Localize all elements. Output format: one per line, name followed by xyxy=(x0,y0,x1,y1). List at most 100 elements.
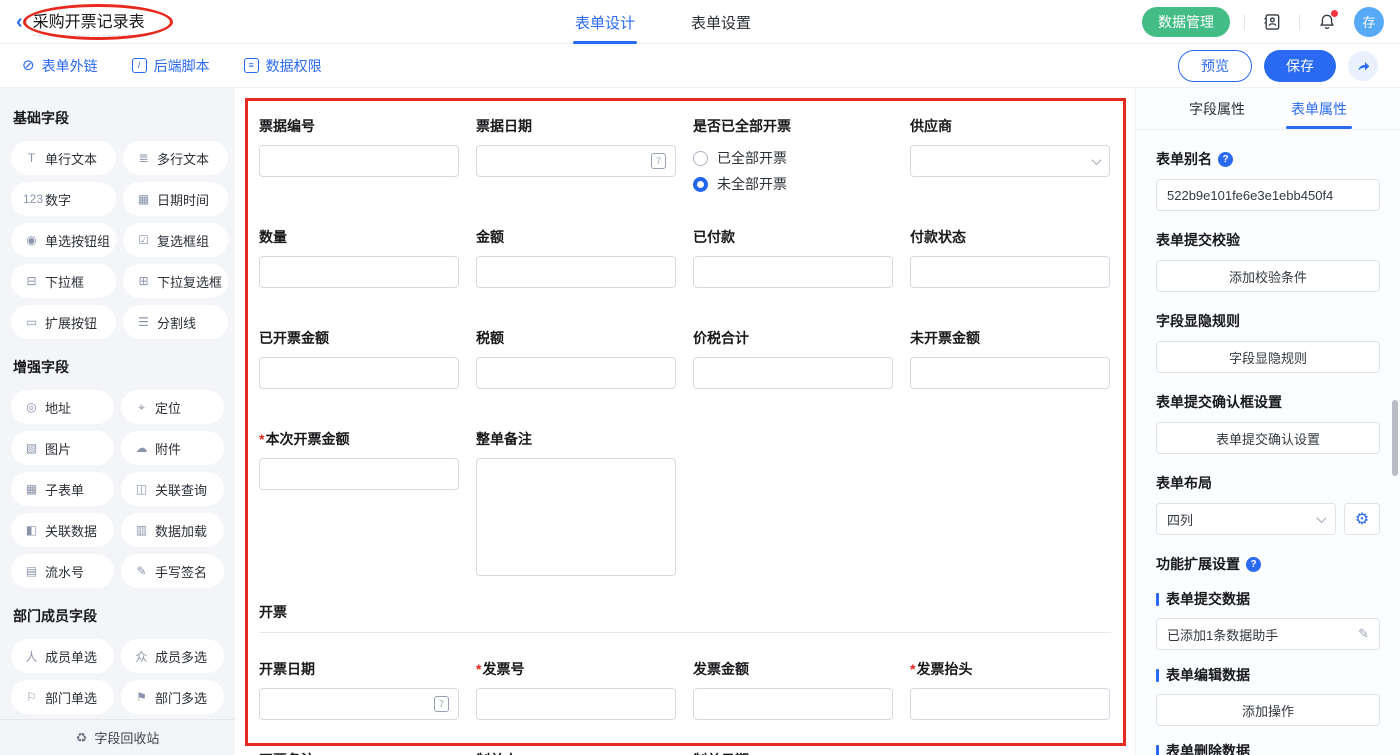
tab-form-properties[interactable]: 表单属性 xyxy=(1291,88,1347,129)
text-input[interactable] xyxy=(259,256,459,288)
divider xyxy=(1244,14,1245,30)
text-input[interactable] xyxy=(259,145,459,177)
form-layout-select[interactable]: 四列 xyxy=(1156,503,1336,535)
field-bill-date[interactable]: 票据日期 7 xyxy=(476,116,676,177)
field-pill[interactable]: ⚐ 部门单选 xyxy=(11,680,114,714)
help-icon[interactable]: ? xyxy=(1246,557,1261,572)
panel-scrollbar[interactable] xyxy=(1392,400,1398,476)
edit-icon[interactable]: ✎ xyxy=(1358,626,1369,642)
form-title[interactable]: 采购开票记录表 xyxy=(33,8,145,36)
add-check-condition-button[interactable]: 添加校验条件 xyxy=(1156,260,1380,292)
field-invoice-date[interactable]: 开票日期 7 xyxy=(259,659,459,720)
field-creator[interactable]: 制单人 户 当前用户 xyxy=(476,750,676,755)
field-pill[interactable]: ⌖ 定位 xyxy=(121,390,224,424)
field-pill[interactable]: ⊟ 下拉框 xyxy=(11,264,116,298)
field-pill[interactable]: ▦ 日期时间 xyxy=(123,182,228,216)
back-icon[interactable]: ‹ xyxy=(16,12,23,32)
field-supplier[interactable]: 供应商 xyxy=(910,116,1110,177)
share-icon[interactable] xyxy=(1348,51,1378,81)
field-pill[interactable]: ⊞ 下拉复选框 xyxy=(123,264,228,298)
text-input[interactable] xyxy=(693,256,893,288)
field-pay-status[interactable]: 付款状态 xyxy=(910,227,1110,288)
field-pill[interactable]: ◉ 单选按钮组 xyxy=(11,223,116,257)
text-input[interactable] xyxy=(910,688,1110,720)
text-input[interactable] xyxy=(259,357,459,389)
section-divider-invoicing[interactable]: 开票 xyxy=(259,602,1111,633)
textarea-input[interactable] xyxy=(476,458,676,576)
divider xyxy=(1299,14,1300,30)
backend-script-link[interactable]: / 后端脚本 xyxy=(132,56,210,76)
field-pill[interactable]: ≣ 多行文本 xyxy=(123,141,228,175)
field-invoice-title[interactable]: *发票抬头 xyxy=(910,659,1110,720)
field-pill-label: 图片 xyxy=(45,439,71,458)
preview-button[interactable]: 预览 xyxy=(1178,50,1252,82)
address-book-icon[interactable] xyxy=(1259,9,1285,35)
radio-option[interactable]: 已全部开票 xyxy=(693,145,893,171)
field-tax[interactable]: 税额 xyxy=(476,328,676,389)
date-input[interactable]: 7 xyxy=(259,688,459,720)
field-pill[interactable]: ☑ 复选框组 xyxy=(123,223,228,257)
field-amount[interactable]: 金额 xyxy=(476,227,676,288)
text-input[interactable] xyxy=(259,458,459,490)
help-icon[interactable]: ? xyxy=(1218,152,1233,167)
field-pill[interactable]: ☁ 附件 xyxy=(121,431,224,465)
field-pill[interactable]: ☰ 分割线 xyxy=(123,305,228,339)
text-input[interactable] xyxy=(476,357,676,389)
date-input[interactable]: 7 xyxy=(476,145,676,177)
data-permission-link[interactable]: ≡ 数据权限 xyxy=(244,56,322,76)
text-input[interactable] xyxy=(910,256,1110,288)
field-uninvoiced-amount[interactable]: 未开票金额 xyxy=(910,328,1110,389)
field-bill-number[interactable]: 票据编号 xyxy=(259,116,459,177)
field-pill[interactable]: ▦ 子表单 xyxy=(11,472,114,506)
field-recycle-bin[interactable]: ♻ 字段回收站 xyxy=(0,719,235,755)
tab-form-design[interactable]: 表单设计 xyxy=(575,0,635,44)
field-invoice-amount[interactable]: 发票金额 xyxy=(693,659,893,720)
field-pill[interactable]: 人 成员单选 xyxy=(11,639,114,673)
field-pill-label: 数字 xyxy=(45,190,71,209)
text-input[interactable] xyxy=(476,256,676,288)
field-pill[interactable]: ◫ 关联查询 xyxy=(121,472,224,506)
visibility-rule-button[interactable]: 字段显隐规则 xyxy=(1156,341,1380,373)
field-pill[interactable]: ▥ 数据加载 xyxy=(121,513,224,547)
form-external-link[interactable]: ⊘ 表单外链 xyxy=(22,56,98,76)
field-create-date[interactable]: 制单日期 2023-01-057 xyxy=(693,750,893,755)
text-input[interactable] xyxy=(476,688,676,720)
select-input[interactable] xyxy=(910,145,1110,177)
confirm-box-button[interactable]: 表单提交确认设置 xyxy=(1156,422,1380,454)
field-pill[interactable]: ▭ 扩展按钮 xyxy=(11,305,116,339)
field-pill[interactable]: ✎ 手写签名 xyxy=(121,554,224,588)
field-pill[interactable]: T 单行文本 xyxy=(11,141,116,175)
tab-field-properties[interactable]: 字段属性 xyxy=(1189,88,1245,129)
radio-option[interactable]: 未全部开票 xyxy=(693,171,893,197)
tab-form-settings[interactable]: 表单设置 xyxy=(691,0,751,44)
data-manage-button[interactable]: 数据管理 xyxy=(1142,7,1230,37)
text-input[interactable] xyxy=(693,357,893,389)
field-invoiced-amount[interactable]: 已开票金额 xyxy=(259,328,459,389)
field-total-with-tax[interactable]: 价税合计 xyxy=(693,328,893,389)
field-pill[interactable]: ◎ 地址 xyxy=(11,390,114,424)
field-fully-invoiced[interactable]: 是否已全部开票 已全部开票 未全部开票 xyxy=(693,116,893,197)
field-pill[interactable]: ⚑ 部门多选 xyxy=(121,680,224,714)
field-quantity[interactable]: 数量 xyxy=(259,227,459,288)
field-pill[interactable]: 123 数字 xyxy=(11,182,116,216)
avatar[interactable]: 存 xyxy=(1354,7,1384,37)
field-pill[interactable]: ▤ 流水号 xyxy=(11,554,114,588)
form-alias-input[interactable]: 522b9e101fe6e3e1ebb450f4 xyxy=(1156,179,1380,211)
save-button[interactable]: 保存 xyxy=(1264,50,1336,82)
field-pill[interactable]: ◧ 关联数据 xyxy=(11,513,114,547)
field-pill[interactable]: ▧ 图片 xyxy=(11,431,114,465)
text-input[interactable] xyxy=(693,688,893,720)
add-operation-button[interactable]: 添加操作 xyxy=(1156,694,1380,726)
field-paid[interactable]: 已付款 xyxy=(693,227,893,288)
text-input[interactable] xyxy=(910,357,1110,389)
field-invoice-number[interactable]: *发票号 xyxy=(476,659,676,720)
field-current-invoice-amount[interactable]: *本次开票金额 xyxy=(259,429,459,490)
data-assistant-field[interactable]: 已添加1条数据助手✎ xyxy=(1156,618,1380,650)
field-invoice-note[interactable]: 开票备注 xyxy=(259,750,459,755)
field-order-note[interactable]: 整单备注 xyxy=(476,429,676,576)
radio-label: 已全部开票 xyxy=(717,148,787,168)
field-pill[interactable]: 众 成员多选 xyxy=(121,639,224,673)
field-pill-label: 单行文本 xyxy=(45,149,97,168)
layout-gear-icon[interactable]: ⚙ xyxy=(1344,503,1380,535)
bell-icon[interactable] xyxy=(1314,9,1340,35)
